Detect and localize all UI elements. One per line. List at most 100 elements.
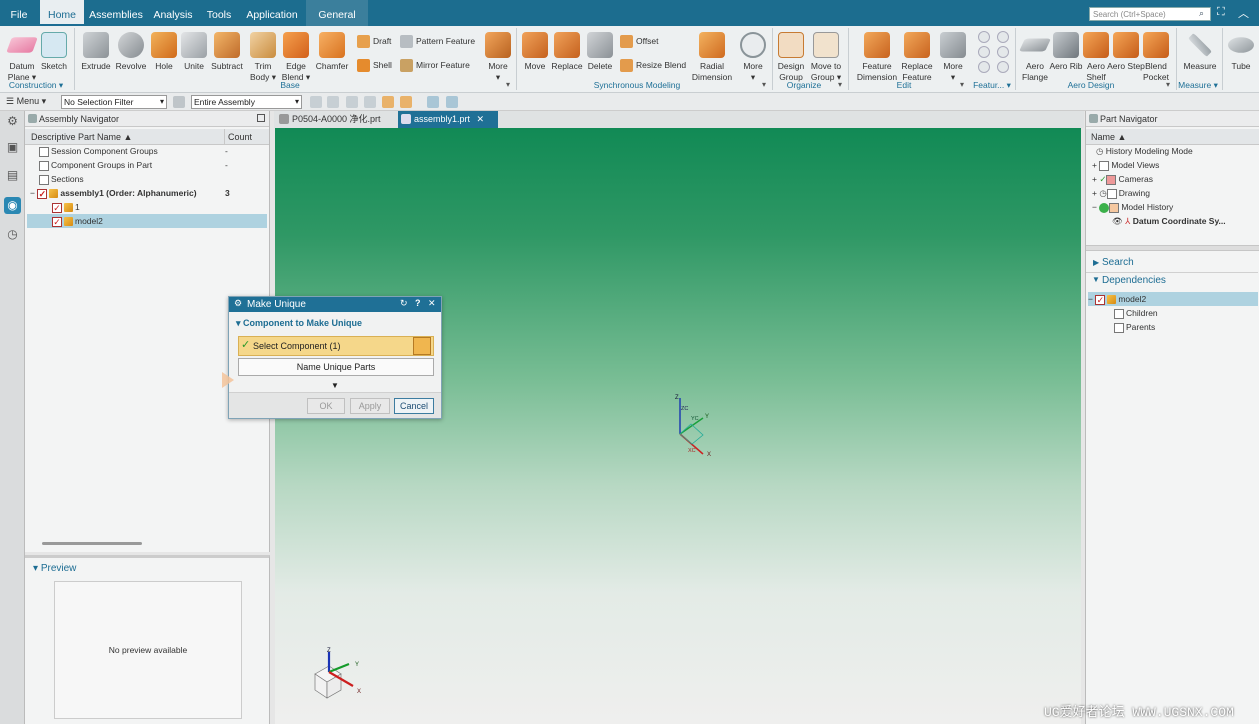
dep-row-model2[interactable]: − ✓ model2 (1088, 292, 1258, 306)
reset-icon[interactable]: ↻ (400, 298, 408, 309)
measure-button[interactable]: Measure (1180, 30, 1220, 72)
tree-row-session-groups[interactable]: Session Component Groups - (27, 144, 267, 158)
dependencies-section-header[interactable]: Dependencies (1086, 272, 1258, 288)
search-input[interactable]: Search (Ctrl+Space) (1089, 7, 1211, 21)
subtract-button[interactable]: Subtract (208, 30, 246, 72)
select-component-row[interactable]: Select Component (1) (238, 336, 434, 356)
group-expand-icon[interactable]: ▾ (762, 80, 766, 89)
menu-button[interactable]: ☰ Menu ▾ (6, 96, 46, 107)
expand-icon[interactable]: + (1092, 160, 1097, 170)
tree-row-model2[interactable]: ✓ model2 (27, 214, 267, 228)
delete-face-button[interactable]: Delete (581, 30, 619, 72)
settings-icon[interactable]: ⚙ (4, 113, 21, 130)
graphics-viewport[interactable]: Z Y X ZC YC XC Z Y X (275, 128, 1081, 724)
tree-row-history-mode[interactable]: ◷ History Modeling Mode (1092, 144, 1193, 158)
extrude-button[interactable]: Extrude (77, 30, 115, 72)
tree-row-assembly[interactable]: − ✓ assembly1 (Order: Alphanumeric) 3 (27, 186, 267, 200)
column-header-name[interactable]: Descriptive Part Name ▲ (25, 129, 225, 145)
pattern-feature-button[interactable]: Pattern Feature (400, 35, 475, 49)
feature-dimension-button[interactable]: Feature Dimension (854, 30, 900, 83)
blend-pocket-button[interactable]: Blend Pocket (1137, 30, 1175, 83)
column-header-name[interactable]: Name ▲ (1086, 129, 1259, 145)
tree-row-datum-csys[interactable]: 👁 ⅄ Datum Coordinate Sy... (1112, 214, 1226, 228)
group-label-measure[interactable]: Measure ▾ (1174, 80, 1222, 91)
eye-icon[interactable]: 👁 (1112, 216, 1123, 226)
tree-row-model-history[interactable]: − Model History (1092, 200, 1173, 214)
checkbox-icon[interactable]: ✓ (37, 188, 48, 199)
cancel-button[interactable]: Cancel (394, 398, 434, 414)
snap-tool-icon[interactable] (346, 96, 358, 108)
filter-icon[interactable] (173, 96, 185, 108)
history-icon[interactable]: ◷ (4, 226, 21, 243)
design-group-button[interactable]: Design Group (772, 30, 810, 83)
tree-row-component-1[interactable]: ✓ 1 (27, 200, 267, 214)
tab-general[interactable]: General (306, 0, 368, 26)
tab-analysis[interactable]: Analysis (150, 0, 196, 26)
tab-file-p0504[interactable]: P0504-A0000 净化.prt (276, 111, 396, 128)
draft-button[interactable]: Draft (357, 35, 391, 49)
radial-dimension-button[interactable]: Radial Dimension (690, 30, 734, 83)
expand-icon[interactable]: + (1092, 188, 1097, 198)
move-to-group-button[interactable]: Move to Group ▾ (806, 30, 846, 83)
preview-header[interactable]: ▾ Preview (33, 563, 76, 574)
datum-csys-icon[interactable]: Z Y X ZC YC XC (665, 390, 715, 460)
feature-tool-icon[interactable] (978, 61, 990, 73)
ok-button[interactable]: OK (307, 398, 345, 414)
dialog-title-bar[interactable]: Make Unique (229, 297, 441, 312)
snap-tool-icon[interactable] (382, 96, 394, 108)
apply-button[interactable]: Apply (350, 398, 390, 414)
select-component-icon[interactable] (413, 337, 431, 355)
more-base-button[interactable]: More ▾ (479, 30, 517, 83)
maximize-icon[interactable] (257, 114, 265, 122)
expand-more-icon[interactable]: ▼ (331, 381, 339, 390)
search-icon[interactable]: ⌕ (1199, 8, 1204, 19)
dep-row-parents[interactable]: Parents (1114, 320, 1155, 334)
selection-scope-dropdown[interactable]: Entire Assembly (191, 95, 302, 109)
collapse-icon[interactable]: − (1088, 294, 1093, 304)
collapse-icon[interactable]: − (30, 188, 35, 198)
tab-application[interactable]: Application (242, 0, 302, 26)
group-label-construction[interactable]: Construction ▾ (4, 80, 68, 91)
assembly-navigator-tab-icon[interactable]: ◉ (4, 197, 21, 214)
column-header-count[interactable]: Count (225, 129, 269, 145)
sketch-button[interactable]: Sketch (35, 30, 73, 72)
chamfer-button[interactable]: Chamfer (313, 30, 351, 72)
part-navigator-tab-icon[interactable]: ▣ (4, 139, 21, 156)
name-unique-parts-button[interactable]: Name Unique Parts (238, 358, 434, 376)
close-icon[interactable]: ✕ (477, 114, 485, 124)
select-tool-icon[interactable] (327, 96, 339, 108)
edge-blend-button[interactable]: Edge Blend ▾ (277, 30, 315, 83)
tab-home[interactable]: Home (40, 0, 84, 26)
tab-file-assembly1[interactable]: assembly1.prt ✕ (398, 111, 498, 128)
chevron-up-icon[interactable]: ︿ (1238, 5, 1249, 21)
collapse-icon[interactable]: − (1092, 202, 1097, 212)
replace-feature-button[interactable]: Replace Feature (898, 30, 936, 83)
group-expand-icon[interactable]: ▾ (960, 80, 964, 89)
horizontal-scrollbar[interactable] (42, 542, 142, 545)
more-edit-button[interactable]: More ▾ (934, 30, 972, 83)
search-section-header[interactable]: Search (1086, 255, 1258, 271)
checkbox-icon[interactable]: ✓ (52, 202, 62, 213)
section-header[interactable]: ▾ Component to Make Unique (236, 318, 362, 329)
group-expand-icon[interactable]: ▾ (1166, 80, 1170, 89)
tab-tools[interactable]: Tools (202, 0, 236, 26)
resize-blend-button[interactable]: Resize Blend (620, 59, 686, 73)
more-sync-button[interactable]: More ▾ (734, 30, 772, 83)
help-icon[interactable]: ? (415, 298, 421, 308)
panel-splitter[interactable] (1086, 245, 1259, 251)
expand-icon[interactable]: + (1092, 174, 1097, 184)
mirror-feature-button[interactable]: Mirror Feature (400, 59, 470, 73)
tree-row-sections[interactable]: Sections (27, 172, 267, 186)
feature-tool-icon[interactable] (978, 46, 990, 58)
fullscreen-icon[interactable]: ⛶ (1217, 6, 1225, 19)
dep-row-children[interactable]: Children (1114, 306, 1158, 320)
close-icon[interactable]: ✕ (428, 298, 436, 309)
feature-tool-icon[interactable] (997, 31, 1009, 43)
feature-tool-icon[interactable] (997, 46, 1009, 58)
feature-tool-icon[interactable] (997, 61, 1009, 73)
tube-button[interactable]: Tube (1222, 30, 1259, 72)
group-expand-icon[interactable]: ▾ (838, 80, 842, 89)
group-expand-icon[interactable]: ▾ (506, 80, 510, 89)
selection-filter-dropdown[interactable]: No Selection Filter (61, 95, 167, 109)
tree-row-model-views[interactable]: + Model Views (1092, 158, 1159, 172)
